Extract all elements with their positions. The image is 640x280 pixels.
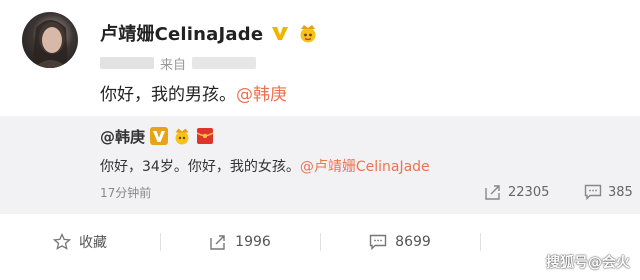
repost-author[interactable]: @韩庚: [100, 126, 145, 147]
mention-link[interactable]: @卢靖姗CelinaJade: [300, 159, 430, 175]
star-icon: [53, 233, 71, 250]
repost-comment-count[interactable]: 385: [584, 182, 633, 202]
favorite-button[interactable]: 收藏: [0, 222, 160, 262]
repost-comment-number: 385: [608, 184, 633, 200]
post-text: 你好，我的男孩。@韩庚: [100, 80, 287, 105]
crown-icon: [172, 127, 192, 145]
favorite-label: 收藏: [79, 235, 107, 251]
repost-time[interactable]: 17分钟前: [100, 184, 151, 201]
weibo-post: 卢靖姗CelinaJade 来自 你好，我的男孩。@韩庚 @韩庚 你好，34岁。…: [0, 0, 640, 280]
repost-box[interactable]: @韩庚 你好，34岁。你好，我的女孩。@卢靖姗CelinaJade 17分钟前 …: [0, 116, 640, 214]
repost-repost-count[interactable]: 22305: [484, 182, 549, 202]
action-bar: 收藏 1996 8699: [0, 222, 640, 262]
watermark: 搜狐号@会火: [546, 255, 630, 271]
comment-count: 8699: [395, 234, 431, 250]
avatar[interactable]: [22, 12, 78, 68]
repost-icon: [485, 185, 500, 200]
post-source-redacted: [192, 57, 257, 69]
post-meta: 来自: [100, 54, 257, 73]
repost-repost-number: 22305: [508, 184, 550, 200]
repost-icon: [210, 235, 225, 250]
red-envelope-icon: [196, 127, 214, 145]
source-prefix: 来自: [160, 57, 187, 73]
repost-body: 你好，34岁。你好，我的女孩。: [100, 159, 300, 175]
comment-button[interactable]: 8699: [320, 222, 480, 262]
post-body: 你好，我的男孩。: [100, 85, 236, 105]
post-time-redacted: [100, 57, 154, 69]
repost-count: 1996: [235, 234, 271, 250]
comment-icon: [584, 184, 602, 200]
repost-button[interactable]: 1996: [160, 222, 320, 262]
author-row: 卢靖姗CelinaJade: [100, 20, 319, 46]
mention-link[interactable]: @韩庚: [236, 85, 287, 105]
crown-icon: [297, 23, 319, 43]
comment-icon: [369, 234, 387, 250]
repost-author-row: @韩庚: [100, 126, 214, 146]
repost-text: 你好，34岁。你好，我的女孩。@卢靖姗CelinaJade: [100, 156, 430, 176]
vip-v-icon: [271, 24, 289, 42]
vip-v-icon: [150, 127, 169, 145]
author-name[interactable]: 卢靖姗CelinaJade: [100, 20, 263, 46]
